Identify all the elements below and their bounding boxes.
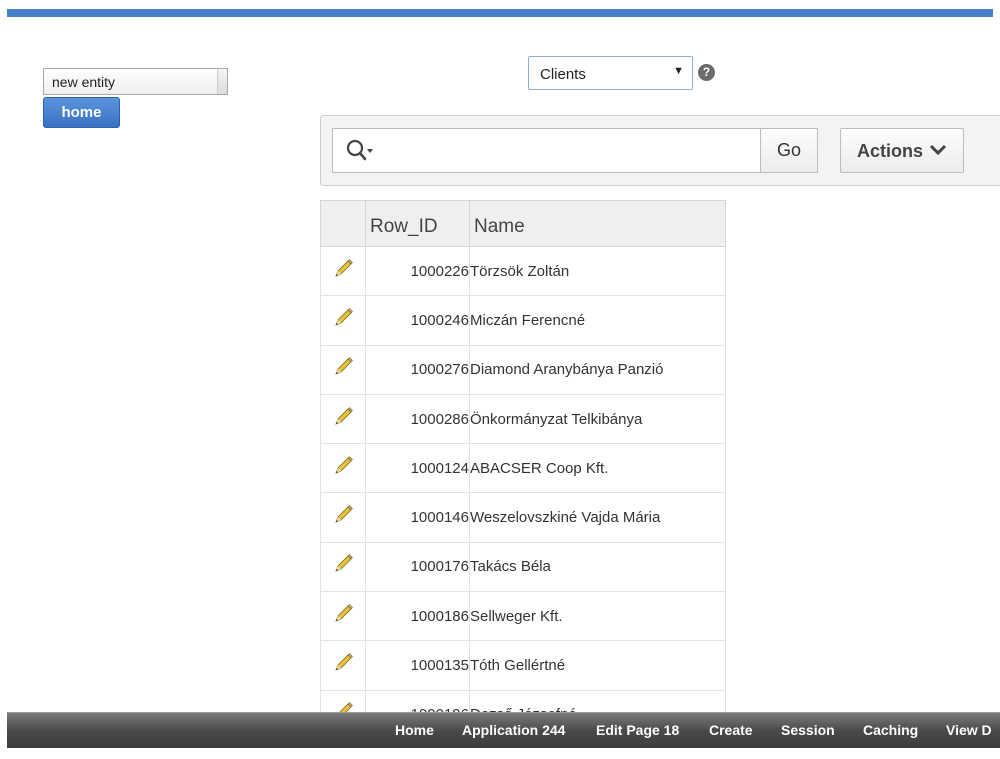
name-cell: Sellweger Kft.: [469, 591, 726, 642]
actions-button[interactable]: Actions: [840, 128, 964, 173]
dev-link-session[interactable]: Session: [781, 722, 835, 738]
name-cell: Weszelovszkiné Vajda Mária: [469, 492, 726, 543]
edit-cell[interactable]: [320, 591, 366, 642]
row-id-cell: 1000246: [365, 295, 470, 346]
search-input[interactable]: [332, 128, 762, 173]
table-row: 1000176 Takács Béla: [320, 541, 726, 593]
header-edit: [320, 200, 366, 247]
dev-link-application[interactable]: Application 244: [462, 722, 565, 738]
dev-link-home[interactable]: Home: [395, 722, 434, 738]
name-cell: Önkormányzat Telkibánya: [469, 393, 726, 445]
edit-cell[interactable]: [320, 295, 366, 346]
row-id-cell: 1000146: [365, 492, 470, 543]
header-name[interactable]: Name: [469, 200, 726, 247]
edit-cell[interactable]: [320, 245, 366, 297]
row-id-cell: 1000176: [365, 541, 470, 593]
report-table: Row_ID Name 1000226 Törzsök Zoltán 1000246…: [320, 200, 726, 740]
table-row: 1000276 Diamond Aranybánya Panzió: [320, 344, 726, 395]
pencil-edit-icon[interactable]: [332, 308, 354, 329]
name-cell: Törzsök Zoltán: [469, 245, 726, 297]
name-cell: Tóth Gellértné: [469, 640, 726, 691]
table-row: 1000146 Weszelovszkiné Vajda Mária: [320, 492, 726, 543]
table-row: 1000226 Törzsök Zoltán: [320, 245, 726, 297]
name-cell: Miczán Ferencné: [469, 295, 726, 346]
row-id-cell: 1000124: [365, 443, 470, 494]
chevron-down-icon: [929, 144, 947, 156]
pencil-edit-icon[interactable]: [332, 505, 354, 526]
pencil-edit-icon[interactable]: [332, 653, 354, 674]
pencil-edit-icon[interactable]: [332, 554, 354, 575]
table-row: 1000124 ABACSER Coop Kft.: [320, 443, 726, 494]
pencil-edit-icon[interactable]: [332, 258, 354, 280]
entity-select-value: new entity: [52, 74, 116, 90]
edit-cell[interactable]: [320, 541, 366, 593]
dropdown-caret-icon[interactable]: ▼: [673, 65, 684, 77]
row-id-cell: 1000276: [365, 344, 470, 395]
table-row: 1000186 Sellweger Kft.: [320, 591, 726, 642]
table-row: 1000135 Tóth Gellértné: [320, 640, 726, 691]
pencil-edit-icon[interactable]: [332, 406, 354, 428]
name-cell: Diamond Aranybánya Panzió: [469, 344, 726, 395]
help-icon[interactable]: ?: [698, 64, 715, 81]
header-row-id[interactable]: Row_ID: [365, 200, 470, 247]
edit-cell[interactable]: [320, 393, 366, 445]
entity-select[interactable]: new entity: [43, 68, 228, 95]
dev-link-create[interactable]: Create: [709, 722, 753, 738]
edit-cell[interactable]: [320, 640, 366, 691]
report-select[interactable]: Clients ▼: [528, 56, 693, 90]
edit-cell[interactable]: [320, 492, 366, 543]
name-cell: Takács Béla: [469, 541, 726, 593]
report-select-value: Clients: [540, 66, 586, 83]
dev-link-view-debug[interactable]: View D: [946, 722, 992, 738]
table-row: 1000286 Önkormányzat Telkibánya: [320, 393, 726, 445]
row-id-cell: 1000135: [365, 640, 470, 691]
edit-cell[interactable]: [320, 344, 366, 395]
table-header-row: Row_ID Name: [320, 200, 726, 247]
dev-link-edit-page[interactable]: Edit Page 18: [596, 722, 679, 738]
dev-link-caching[interactable]: Caching: [863, 722, 918, 738]
name-cell: ABACSER Coop Kft.: [469, 443, 726, 494]
row-id-cell: 1000186: [365, 591, 470, 642]
pencil-edit-icon[interactable]: [332, 455, 354, 477]
go-button[interactable]: Go: [760, 128, 818, 173]
table-row: 1000246 Miczán Ferencné: [320, 295, 726, 346]
pencil-edit-icon[interactable]: [332, 603, 354, 625]
entity-select-handle[interactable]: [217, 69, 227, 94]
edit-cell[interactable]: [320, 443, 366, 494]
row-id-cell: 1000286: [365, 393, 470, 445]
search-icon[interactable]: [345, 138, 375, 162]
row-id-cell: 1000226: [365, 245, 470, 297]
actions-label: Actions: [857, 141, 924, 161]
pencil-edit-icon[interactable]: [332, 357, 354, 378]
home-button[interactable]: home: [43, 97, 120, 128]
top-accent-bar: [7, 9, 993, 17]
